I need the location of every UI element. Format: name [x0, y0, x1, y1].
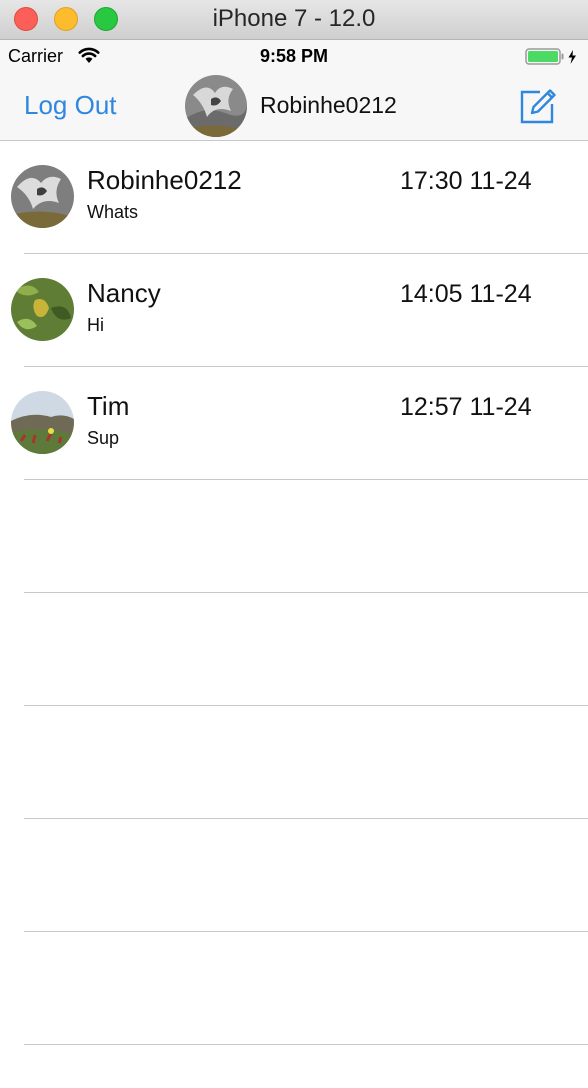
contact-name: Tim [87, 391, 130, 421]
empty-row [0, 819, 588, 932]
empty-row [0, 593, 588, 706]
conversation-row[interactable]: Tim Sup 12:57 11-24 [0, 367, 588, 480]
message-timestamp: 17:30 11-24 [400, 167, 532, 195]
conversation-list: Robinhe0212 Whats 17:30 11-24 Nancy Hi 1… [0, 141, 588, 1045]
window-title: iPhone 7 - 12.0 [212, 5, 376, 32]
empty-row [0, 480, 588, 593]
empty-row [0, 706, 588, 819]
empty-row [0, 932, 588, 1045]
conversation-row[interactable]: Robinhe0212 Whats 17:30 11-24 [0, 141, 588, 254]
compose-icon[interactable] [518, 86, 558, 126]
message-timestamp: 14:05 11-24 [400, 280, 532, 308]
battery-icon [525, 48, 576, 65]
last-message: Sup [87, 428, 120, 448]
contact-avatar [11, 391, 74, 454]
contact-avatar [11, 278, 74, 341]
message-timestamp: 12:57 11-24 [400, 393, 532, 421]
row-separator [24, 1044, 588, 1045]
last-message: Hi [87, 315, 104, 335]
contact-avatar [11, 165, 74, 228]
conversation-row[interactable]: Nancy Hi 14:05 11-24 [0, 254, 588, 367]
log-out-button[interactable]: Log Out [24, 90, 117, 121]
last-message: Whats [87, 202, 139, 222]
contact-name: Nancy [87, 278, 161, 308]
current-username: Robinhe0212 [260, 92, 397, 118]
status-bar: Carrier 9:58 PM [0, 40, 588, 72]
navigation-bar: Log Out Robinhe0212 [0, 72, 588, 141]
status-time: 9:58 PM [259, 46, 329, 66]
current-user-avatar[interactable] [185, 75, 247, 137]
simulator-title-bar: iPhone 7 - 12.0 [0, 0, 588, 40]
contact-name: Robinhe0212 [87, 165, 242, 195]
